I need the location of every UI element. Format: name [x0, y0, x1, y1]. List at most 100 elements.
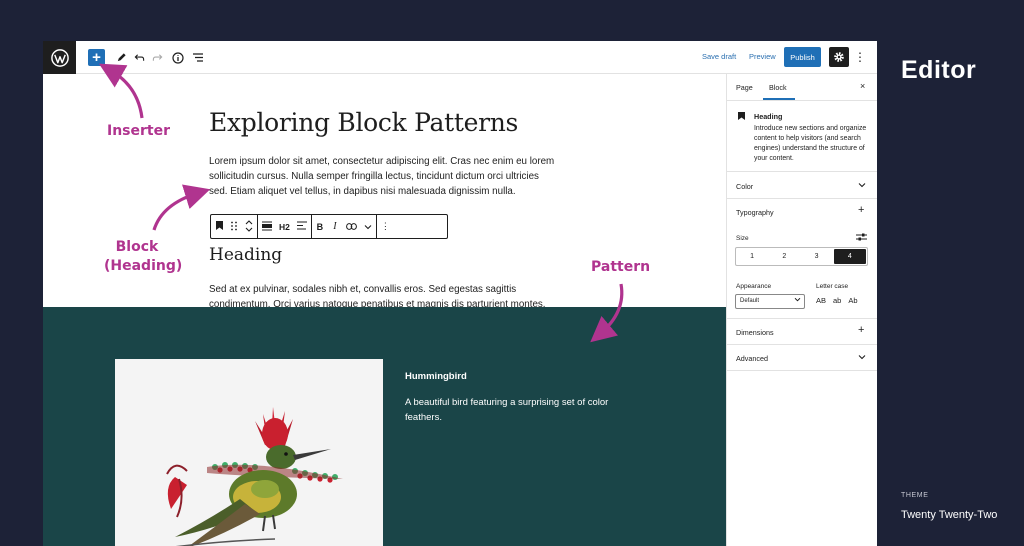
- paragraph-block[interactable]: Lorem ipsum dolor sit amet, consectetur …: [209, 154, 559, 199]
- editor-window: + Save draft Preview Publish ⋮ Exploring…: [43, 41, 877, 546]
- wordpress-logo-icon: [50, 48, 69, 67]
- move-up-down-button[interactable]: [245, 219, 253, 234]
- pencil-icon: [117, 53, 126, 62]
- drag-handle[interactable]: [230, 221, 238, 233]
- details-button[interactable]: [169, 49, 186, 66]
- chevron-down-icon[interactable]: [858, 352, 866, 363]
- advanced-panel-label: Advanced: [736, 354, 768, 363]
- more-vertical-icon: ⋮: [380, 221, 390, 231]
- letter-case-options: AB ab Ab: [816, 296, 858, 305]
- block-annotation: Block (Heading): [104, 238, 183, 276]
- undo-button[interactable]: [131, 49, 148, 66]
- font-size-option-3[interactable]: 3: [801, 248, 833, 265]
- pattern-description[interactable]: A beautiful bird featuring a surprising …: [405, 395, 630, 425]
- pattern-section[interactable]: Hummingbird A beautiful bird featuring a…: [43, 307, 726, 546]
- block-toolbar-group-parent: [211, 215, 258, 238]
- block-type-button[interactable]: [215, 221, 223, 232]
- chevron-down-icon: [794, 297, 801, 304]
- dimensions-panel[interactable]: Dimensions +: [727, 319, 877, 345]
- font-size-option-2[interactable]: 2: [768, 248, 800, 265]
- list-view-icon: [192, 53, 203, 62]
- link-icon: [345, 222, 357, 230]
- hummingbird-image[interactable]: [115, 359, 383, 546]
- align-left-icon: [296, 221, 307, 230]
- block-card-description: Introduce new sections and organize cont…: [754, 125, 867, 162]
- block-toolbar-group-options: ⋮: [377, 215, 394, 238]
- block-toolbar: H2 B I ⋮: [210, 214, 448, 239]
- block-inserter-button[interactable]: +: [88, 49, 105, 66]
- hummingbird-illustration: [166, 407, 343, 546]
- typography-panel: Typography + Size 1 2 3 4 Appearance Def…: [727, 199, 877, 319]
- sidebar-tabs: Page Block ×: [727, 74, 877, 101]
- bird-crest: [255, 407, 293, 450]
- bird-tail: [167, 477, 187, 509]
- plus-icon: +: [92, 49, 101, 66]
- gear-icon: [834, 52, 844, 62]
- more-rich-text-button[interactable]: [364, 222, 372, 232]
- bird-head: [266, 445, 296, 469]
- block-annotation-line1: Block: [115, 239, 159, 255]
- chevron-down-icon[interactable]: [858, 180, 866, 191]
- pattern-heading[interactable]: Hummingbird: [405, 371, 467, 382]
- close-sidebar-button[interactable]: ×: [860, 81, 865, 91]
- align-wide-icon: [262, 221, 272, 230]
- font-size-picker: 1 2 3 4: [735, 247, 868, 266]
- publish-button[interactable]: Publish: [784, 47, 821, 67]
- bookmark-icon: [738, 112, 745, 120]
- wordpress-logo-button[interactable]: [43, 41, 76, 74]
- drag-handle-icon: [231, 221, 237, 230]
- theme-name: Twenty Twenty-Two: [901, 509, 998, 521]
- more-vertical-icon: ⋮: [854, 50, 866, 64]
- link-button[interactable]: [345, 222, 357, 232]
- editor-canvas[interactable]: Exploring Block Patterns Lorem ipsum dol…: [43, 74, 726, 546]
- block-toolbar-group-format: H2: [258, 215, 312, 238]
- block-card: Heading Introduce new sections and organ…: [727, 101, 877, 172]
- text-align-button[interactable]: [296, 221, 307, 232]
- align-block-button[interactable]: [262, 221, 272, 233]
- color-panel[interactable]: Color: [727, 173, 877, 199]
- block-annotation-line2: (Heading): [104, 258, 183, 274]
- font-size-option-4[interactable]: 4: [833, 249, 866, 264]
- redo-icon: [152, 54, 163, 61]
- settings-sliders-icon[interactable]: [856, 232, 867, 242]
- list-view-button[interactable]: [189, 49, 206, 66]
- redo-button[interactable]: [149, 49, 166, 66]
- chevron-down-icon: [364, 224, 372, 229]
- advanced-panel[interactable]: Advanced: [727, 345, 877, 371]
- capitalize-button[interactable]: Ab: [848, 296, 857, 305]
- bookmark-icon: [215, 221, 223, 230]
- theme-caption: THEME: [901, 492, 929, 499]
- tools-button[interactable]: [113, 49, 130, 66]
- preview-button[interactable]: Preview: [749, 52, 776, 61]
- editor-top-toolbar: + Save draft Preview Publish ⋮: [43, 41, 877, 74]
- heading-block[interactable]: Heading: [209, 245, 282, 265]
- typography-panel-label: Typography: [736, 208, 774, 217]
- tab-block[interactable]: Block: [769, 83, 787, 92]
- block-card-title: Heading: [754, 112, 783, 121]
- settings-sidebar: Page Block × Heading Introduce new secti…: [726, 74, 877, 546]
- settings-button[interactable]: [829, 47, 849, 67]
- size-label: Size: [736, 235, 749, 242]
- plus-icon[interactable]: +: [858, 324, 864, 336]
- chevron-up-down-icon: [245, 219, 253, 232]
- bold-button[interactable]: B: [316, 222, 324, 232]
- undo-icon: [134, 54, 145, 61]
- options-button[interactable]: ⋮: [854, 49, 866, 66]
- pattern-annotation: Pattern: [591, 259, 651, 275]
- uppercase-button[interactable]: AB: [816, 296, 826, 305]
- editor-label: Editor: [901, 56, 977, 84]
- dimensions-panel-label: Dimensions: [736, 328, 774, 337]
- post-title[interactable]: Exploring Block Patterns: [209, 108, 518, 137]
- save-draft-button[interactable]: Save draft: [702, 52, 736, 61]
- italic-button[interactable]: I: [331, 221, 339, 232]
- heading-level-button[interactable]: H2: [279, 222, 290, 232]
- block-options-button[interactable]: ⋮: [381, 221, 390, 232]
- color-panel-label: Color: [736, 182, 754, 191]
- lowercase-button[interactable]: ab: [833, 296, 841, 305]
- tab-page[interactable]: Page: [736, 83, 753, 92]
- bird-beak: [293, 449, 331, 460]
- active-tab-indicator: [763, 98, 795, 100]
- letter-case-label: Letter case: [816, 283, 849, 290]
- font-size-option-1[interactable]: 1: [736, 248, 768, 265]
- plus-icon[interactable]: +: [858, 204, 864, 216]
